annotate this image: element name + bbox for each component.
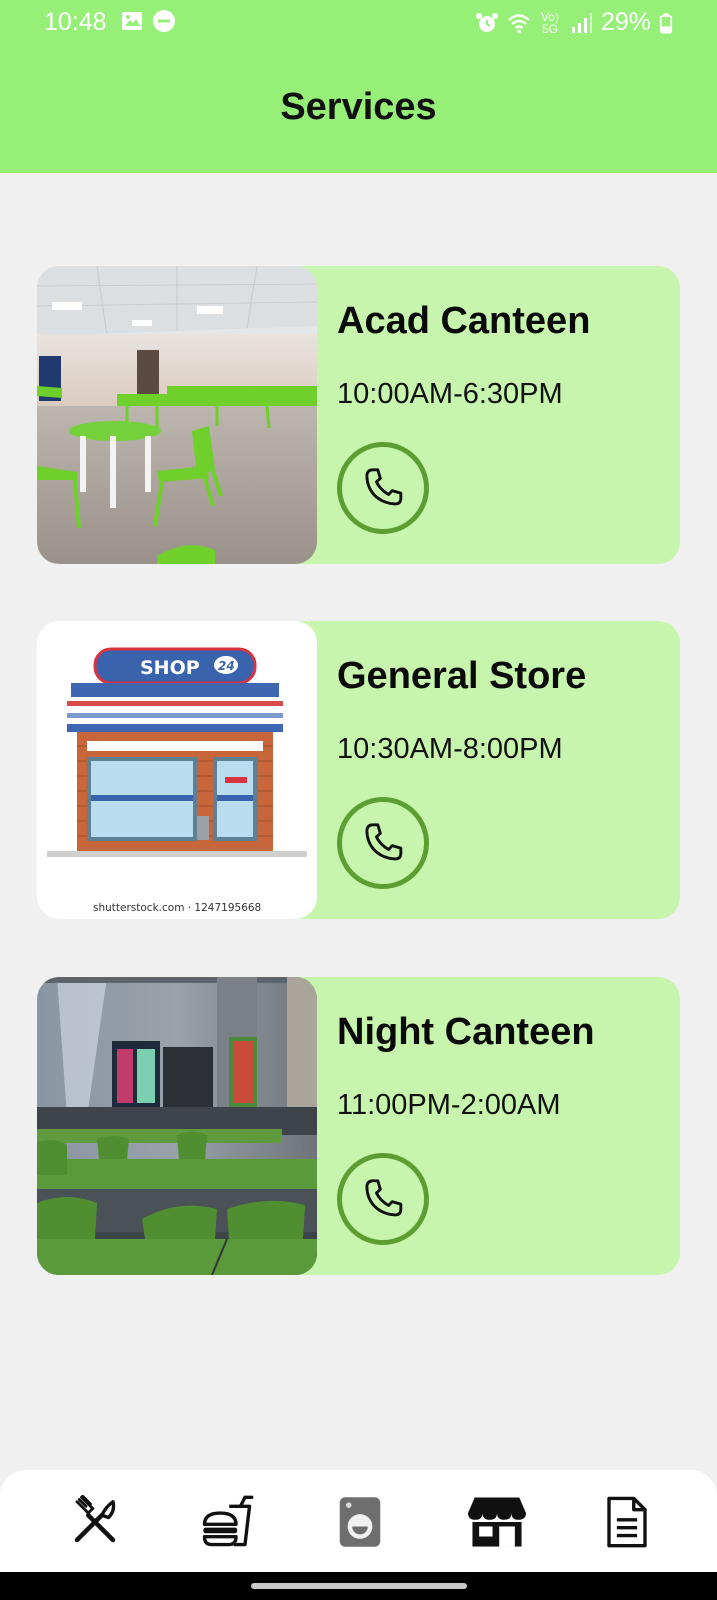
home-gesture-handle[interactable] — [251, 1583, 467, 1589]
fork-knife-icon — [74, 1495, 116, 1543]
call-button[interactable] — [337, 797, 429, 889]
service-name: Night Canteen — [337, 1011, 595, 1053]
store-icon — [468, 1497, 526, 1547]
service-hours: 10:00AM-6:30PM — [337, 378, 563, 410]
status-notification-icons — [120, 9, 176, 33]
image-watermark: shutterstock.com · 1247195668 — [93, 902, 261, 914]
service-card-general-store[interactable]: SHOP 24 shutterstock.com · 1247195668 Ge… — [37, 621, 680, 919]
canteen-hall-image — [37, 266, 317, 564]
nav-item-documents[interactable] — [597, 1492, 657, 1552]
service-card-acad-canteen[interactable]: Acad Canteen 10:00AM-6:30PM — [37, 266, 680, 564]
call-button[interactable] — [337, 1153, 429, 1245]
status-bar: 10:48 Vo) 5G 29% — [0, 0, 717, 44]
shop-illustration-image: SHOP 24 shutterstock.com · 1247195668 — [37, 621, 317, 919]
phone-icon — [365, 1179, 403, 1217]
gallery-icon — [122, 12, 142, 30]
service-hours: 11:00PM-2:00AM — [337, 1089, 561, 1121]
shop-badge-text: 24 — [218, 659, 235, 673]
battery-icon — [659, 12, 673, 33]
service-name: General Store — [337, 655, 587, 697]
app-header: 10:48 Vo) 5G 29% Services — [0, 0, 717, 173]
nav-item-fast-food[interactable] — [197, 1492, 257, 1552]
nav-item-services[interactable] — [467, 1492, 527, 1552]
nav-item-food[interactable] — [65, 1492, 125, 1552]
status-time: 10:48 — [44, 8, 107, 36]
service-card-night-canteen[interactable]: Night Canteen 11:00PM-2:00AM — [37, 977, 680, 1275]
wifi-icon — [508, 13, 530, 33]
do-not-disturb-icon — [153, 10, 175, 32]
call-button[interactable] — [337, 442, 429, 534]
shop-sign-text: SHOP — [140, 657, 200, 679]
burger-drink-icon — [202, 1495, 254, 1547]
washing-machine-icon — [339, 1497, 381, 1547]
status-system-icons: Vo) 5G 29% — [475, 8, 673, 37]
nav-item-laundry[interactable] — [330, 1492, 390, 1552]
page-title: Services — [280, 86, 437, 128]
document-icon — [607, 1496, 647, 1548]
alarm-icon — [475, 12, 498, 32]
signal-icon — [571, 12, 592, 33]
bottom-nav — [0, 1470, 717, 1572]
battery-percent: 29% — [600, 8, 651, 36]
night-canteen-image — [37, 977, 317, 1275]
service-hours: 10:30AM-8:00PM — [337, 733, 563, 765]
service-name: Acad Canteen — [337, 300, 591, 342]
system-navigation-bar — [0, 1572, 717, 1600]
phone-icon — [365, 823, 403, 861]
phone-icon — [365, 468, 403, 506]
network-label: Vo) 5G — [540, 9, 559, 36]
